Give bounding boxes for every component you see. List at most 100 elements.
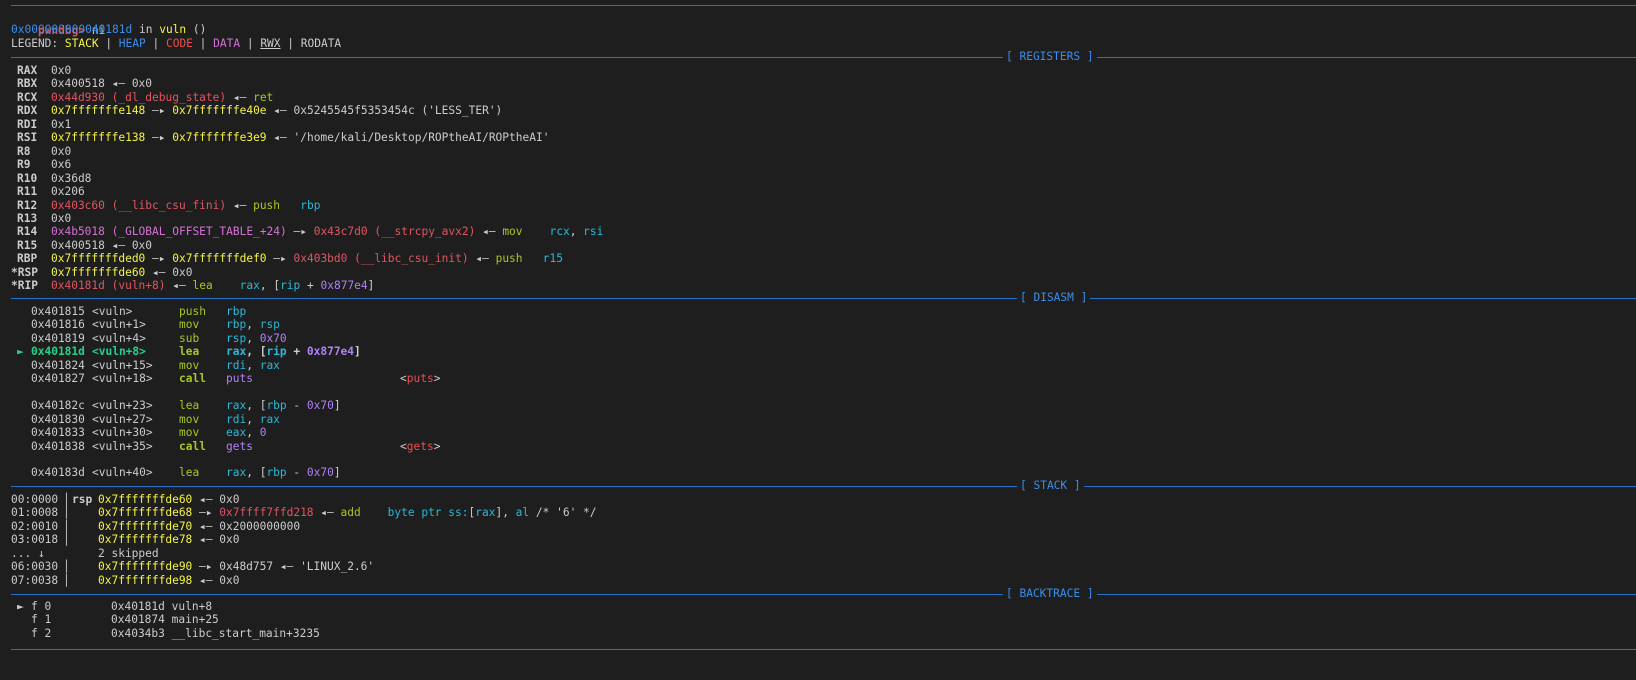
value-segment: 0x7fffffffde90	[98, 560, 193, 574]
instruction-mnemonic: mov	[179, 318, 200, 332]
value-segment: rsp	[226, 331, 247, 345]
disasm-row-current: ► 0x40181d <vuln+8> lea rax, [rip + 0x877e4]	[17, 345, 361, 359]
value-segment: 0x70	[306, 466, 334, 480]
register-row: R9 0x6	[17, 158, 71, 172]
value-segment: ◂— 0x2000000000	[192, 519, 301, 533]
value-segment: rbp	[266, 466, 287, 480]
value-segment: gets	[226, 439, 253, 453]
legend-rwx: RWX	[260, 37, 281, 50]
value-segment: rax	[259, 412, 280, 426]
stack-divider: │	[63, 573, 70, 587]
instruction-mnemonic: sub	[179, 331, 200, 345]
value-segment: 0x6	[51, 158, 72, 172]
instruction-symbol: <vuln+4>	[92, 331, 146, 345]
value-segment: 0x44d930 (_dl_debug_state)	[51, 90, 227, 104]
register-name: R12	[17, 198, 38, 212]
instruction-address: 0x40183d	[31, 466, 85, 480]
value-segment: r15	[542, 252, 563, 266]
value-segment: 0x400518 ◂— 0x0	[51, 77, 153, 91]
register-name: RDX	[17, 104, 38, 118]
stack-divider: │	[63, 533, 70, 547]
marker	[17, 440, 31, 454]
register-name: RDI	[17, 117, 38, 131]
value-segment: ,	[569, 225, 584, 239]
register-row: R10 0x36d8	[17, 172, 91, 186]
location-function: vuln	[159, 23, 187, 36]
value-segment: 0x7fffffffde78	[98, 533, 193, 547]
value-segment: rbp	[226, 305, 247, 318]
value-segment: ]	[333, 466, 341, 480]
location-line: 0x000000000040181d in vuln ()	[11, 23, 206, 37]
value-segment: ]	[354, 345, 361, 359]
value-segment: 2 skipped	[98, 546, 159, 560]
instruction-address: 0x401827	[31, 372, 85, 386]
value-segment: eax	[226, 426, 247, 440]
legend-sep: |	[145, 37, 166, 50]
register-name: R14	[17, 225, 38, 239]
value-segment: 0x7ffff7ffd218	[219, 506, 314, 520]
stack-offset: 00:0000	[11, 493, 59, 506]
instruction-symbol: <vuln+15>	[92, 358, 153, 372]
separator-top	[11, 5, 1636, 6]
separator-backtrace	[11, 594, 1636, 595]
value-segment: 0x7fffffffe148	[51, 104, 146, 118]
register-name: RBX	[17, 77, 38, 91]
register-row: RBX 0x400518 ◂— 0x0	[17, 77, 152, 91]
disasm-row: 0x401827 <vuln+18> call puts <puts>	[17, 372, 440, 386]
value-segment: ◂—	[468, 252, 496, 266]
stack-divider: │	[63, 493, 70, 506]
value-segment: 0x0	[51, 64, 72, 77]
value-segment: ]	[367, 279, 375, 293]
value-segment: push	[495, 252, 543, 266]
register-row: RCX 0x44d930 (_dl_debug_state) ◂— ret	[17, 91, 273, 105]
value-segment: rax	[226, 345, 247, 359]
register-name: R15	[17, 238, 38, 252]
value-segment: —▸ 0x48d757 ◂— 'LINUX_2.6'	[192, 560, 375, 574]
value-segment: 0x43c7d0 (__strcpy_avx2)	[313, 225, 476, 239]
disasm-row: 0x40182c <vuln+23> lea rax, [rbp - 0x70]	[17, 399, 341, 413]
legend-sep: |	[98, 37, 119, 50]
value-segment: rcx	[549, 225, 570, 239]
value-segment: —▸	[145, 252, 173, 266]
value-segment: rax	[226, 466, 247, 480]
instruction-address: 0x401838	[31, 439, 85, 453]
value-segment: 0x36d8	[51, 171, 92, 185]
register-row: R11 0x206	[17, 185, 85, 199]
stack-offset: 03:0018	[11, 533, 59, 547]
instruction-address: 0x40181d	[31, 345, 85, 359]
value-segment: 0x1	[51, 117, 72, 131]
value-segment: ◂— 0x0	[145, 265, 193, 279]
value-segment: —▸	[145, 104, 173, 118]
value-segment: 0x70	[259, 331, 287, 345]
stack-row: 00:0000 │ rsp 0x7fffffffde60 ◂— 0x0	[11, 493, 239, 507]
value-segment: 0x403c60 (__libc_csu_fini)	[51, 198, 227, 212]
value-segment: 0x400518 ◂— 0x0	[51, 238, 153, 252]
value-segment: ret	[253, 90, 274, 104]
register-name: RBP	[17, 252, 38, 266]
section-title-stack: [ STACK ]	[1017, 479, 1084, 493]
marker	[17, 466, 31, 480]
legend-sep: |	[240, 37, 261, 50]
register-name: RSI	[17, 131, 38, 145]
value-segment: ◂—	[313, 506, 341, 520]
instruction-symbol: <vuln+1>	[92, 318, 146, 332]
value-segment: ◂—	[226, 198, 254, 212]
value-segment: ]	[333, 399, 341, 413]
register-row: RDI 0x1	[17, 118, 71, 132]
value-segment: ,	[246, 358, 260, 372]
stack-row: 02:0010 │ 0x7fffffffde70 ◂— 0x2000000000	[11, 520, 300, 534]
value-segment: 0x206	[51, 185, 85, 199]
instruction-symbol: <vuln+18>	[92, 372, 153, 386]
stack-offset: 07:0038	[11, 573, 59, 587]
value-segment: rdi	[226, 412, 247, 426]
value-segment: 0x7fffffffde98	[98, 573, 193, 587]
value-segment: 0	[259, 426, 267, 440]
register-row: RAX 0x0	[17, 64, 71, 78]
value-segment: —▸	[266, 252, 294, 266]
instruction-mnemonic: call	[179, 439, 206, 453]
value-segment: rax	[259, 358, 280, 372]
register-row: R12 0x403c60 (__libc_csu_fini) ◂— push rb…	[17, 199, 320, 213]
value-segment: 0x7fffffffde60	[98, 493, 193, 506]
